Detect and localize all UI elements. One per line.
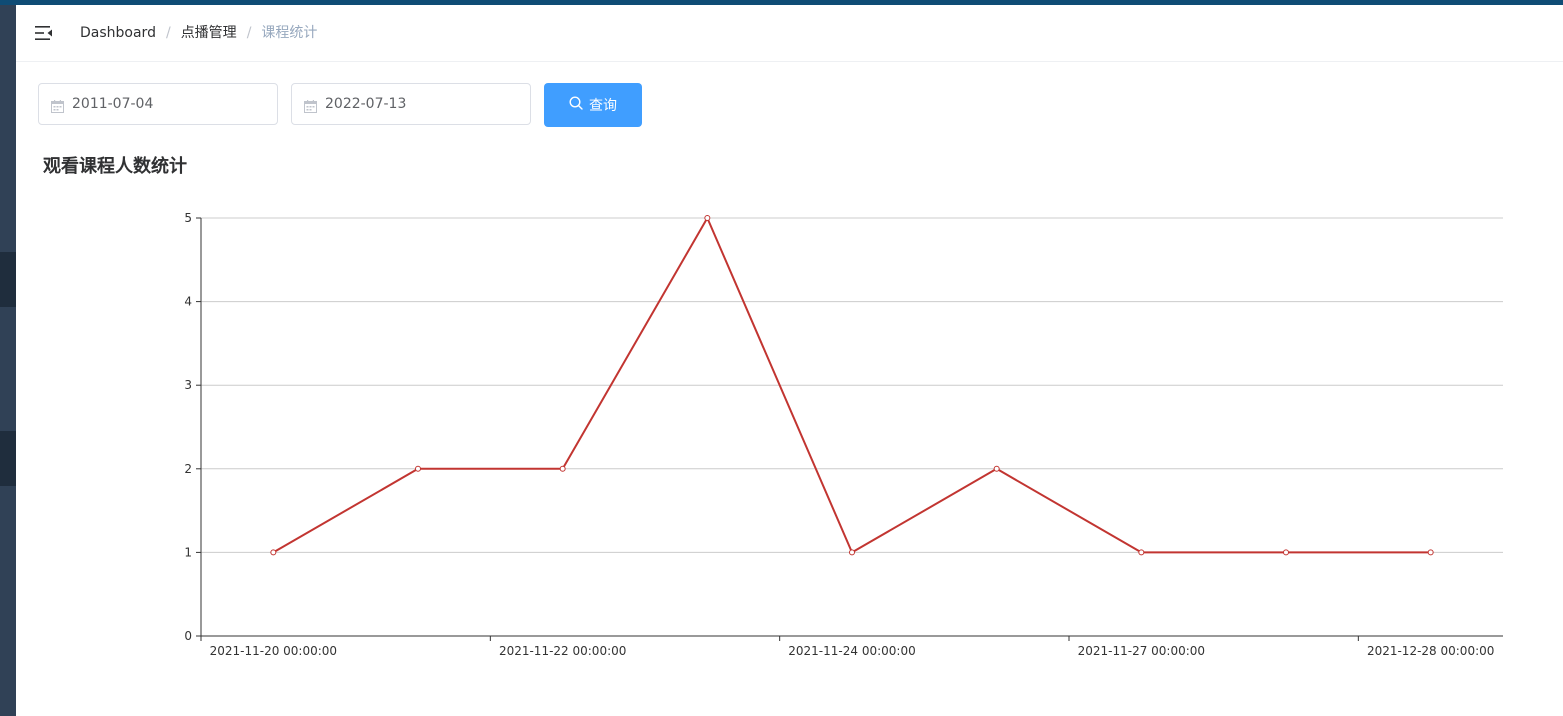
y-tick-label: 1 (184, 545, 192, 559)
data-point (1138, 549, 1145, 556)
data-point (993, 465, 1000, 472)
sidebar-active-item[interactable] (0, 252, 16, 307)
x-tick-label: 2021-11-20 00:00:00 (210, 644, 337, 658)
sidebar-active-item[interactable] (0, 431, 16, 486)
start-date-input[interactable] (72, 93, 262, 115)
y-tick-label: 4 (184, 295, 192, 309)
hamburger-icon[interactable] (34, 23, 54, 43)
sidebar (0, 5, 16, 716)
query-button-label: 查询 (589, 98, 617, 114)
y-tick-label: 5 (184, 211, 192, 225)
navbar: Dashboard / 点播管理 / 课程统计 (16, 5, 1563, 62)
breadcrumb-vod-management[interactable]: 点播管理 (181, 25, 237, 41)
breadcrumb-separator: / (246, 25, 252, 41)
x-tick-label: 2021-11-27 00:00:00 (1078, 644, 1205, 658)
query-button[interactable]: 查询 (544, 83, 642, 127)
breadcrumb: Dashboard / 点播管理 / 课程统计 (80, 24, 317, 42)
x-tick-label: 2021-11-22 00:00:00 (499, 644, 626, 658)
search-icon (569, 96, 583, 114)
data-point (270, 549, 277, 556)
calendar-icon (51, 98, 64, 113)
end-date-input[interactable] (325, 93, 515, 115)
series-line (272, 217, 1431, 554)
end-date-picker[interactable] (291, 83, 531, 125)
data-point (849, 549, 855, 556)
data-point (559, 465, 566, 472)
breadcrumb-separator: / (165, 25, 171, 41)
x-tick-label: 2021-11-24 00:00:00 (788, 644, 915, 658)
y-tick-label: 3 (184, 378, 192, 392)
data-point (1427, 549, 1434, 556)
breadcrumb-course-stats: 课程统计 (261, 25, 318, 41)
y-tick-label: 0 (184, 629, 192, 643)
calendar-icon (304, 98, 317, 113)
start-date-picker[interactable] (38, 83, 278, 125)
data-point (704, 215, 711, 221)
data-point (1283, 549, 1289, 556)
y-tick-label: 2 (184, 462, 192, 476)
chart-title: 观看课程人数统计 (43, 156, 187, 177)
data-point (415, 465, 421, 472)
breadcrumb-dashboard[interactable]: Dashboard (80, 25, 156, 41)
x-tick-label: 2021-12-28 00:00:00 (1367, 644, 1494, 658)
